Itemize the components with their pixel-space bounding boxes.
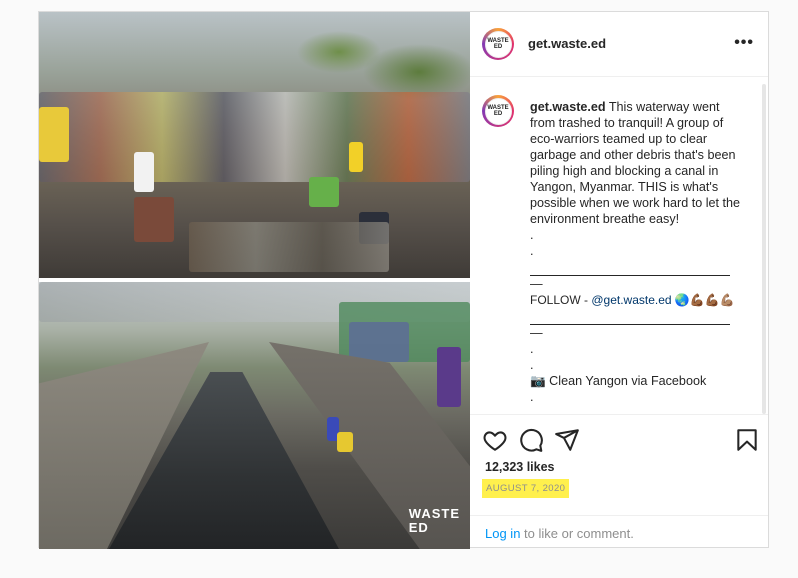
caption-scrollbar[interactable]: [762, 84, 766, 414]
login-prompt-text: to like or comment.: [520, 526, 634, 541]
comment-icon[interactable]: [518, 427, 544, 453]
caption-text: get.waste.ed This waterway went from tra…: [530, 99, 748, 405]
caption-dot: .: [530, 358, 534, 372]
follow-mention-link[interactable]: @get.waste.ed: [591, 293, 671, 307]
caption-dot: .: [530, 342, 534, 356]
caption-body: This waterway went from trashed to tranq…: [530, 100, 741, 226]
watermark-logo: WASTE ED: [409, 507, 460, 535]
avatar[interactable]: WASTE ED: [482, 28, 514, 60]
caption-avatar[interactable]: WASTE ED: [482, 95, 514, 127]
caption-area: WASTE ED get.waste.ed This waterway went…: [470, 77, 768, 413]
username-link[interactable]: get.waste.ed: [528, 36, 606, 51]
caption-divider: [530, 259, 730, 276]
caption-dash: —: [530, 326, 543, 340]
photo-before: [39, 12, 470, 278]
post-header: WASTE ED get.waste.ed •••: [470, 12, 768, 77]
post-date[interactable]: August 7, 2020: [482, 479, 570, 498]
login-prompt: Log in to like or comment.: [470, 515, 768, 548]
caption-divider: [530, 308, 730, 325]
login-link[interactable]: Log in: [485, 526, 520, 541]
watermark-line1: WASTE: [408, 506, 460, 521]
photo-credit: 📷 Clean Yangon via Facebook: [530, 374, 707, 388]
caption-username[interactable]: get.waste.ed: [530, 100, 606, 114]
avatar-logo: WASTE ED: [484, 30, 512, 58]
likes-count[interactable]: 12,323 likes: [485, 460, 555, 474]
caption-dot: .: [530, 228, 534, 242]
follow-prefix: FOLLOW -: [530, 293, 592, 307]
caption-dot: .: [530, 390, 534, 404]
more-options-icon[interactable]: •••: [734, 34, 754, 52]
follow-line: FOLLOW - @get.waste.ed 🌏💪🏾💪🏾💪🏽: [530, 292, 748, 308]
caption-dash: —: [530, 277, 543, 291]
share-icon[interactable]: [554, 427, 580, 453]
caption-dot: .: [530, 244, 534, 258]
post-image[interactable]: WASTE ED: [39, 12, 470, 549]
post-sidebar: WASTE ED get.waste.ed ••• WASTE ED get.w…: [470, 12, 768, 547]
post-actions: 12,323 likes August 7, 2020 Log in to li…: [470, 414, 768, 548]
follow-emojis: 🌏💪🏾💪🏾💪🏽: [671, 293, 735, 307]
bookmark-icon[interactable]: [734, 427, 760, 453]
caption-avatar-logo: WASTE ED: [484, 97, 512, 125]
watermark-line2: ED: [408, 520, 429, 535]
heart-icon[interactable]: [482, 427, 508, 453]
instagram-post: WASTE ED WASTE ED get.waste.ed ••• WASTE…: [38, 11, 769, 549]
